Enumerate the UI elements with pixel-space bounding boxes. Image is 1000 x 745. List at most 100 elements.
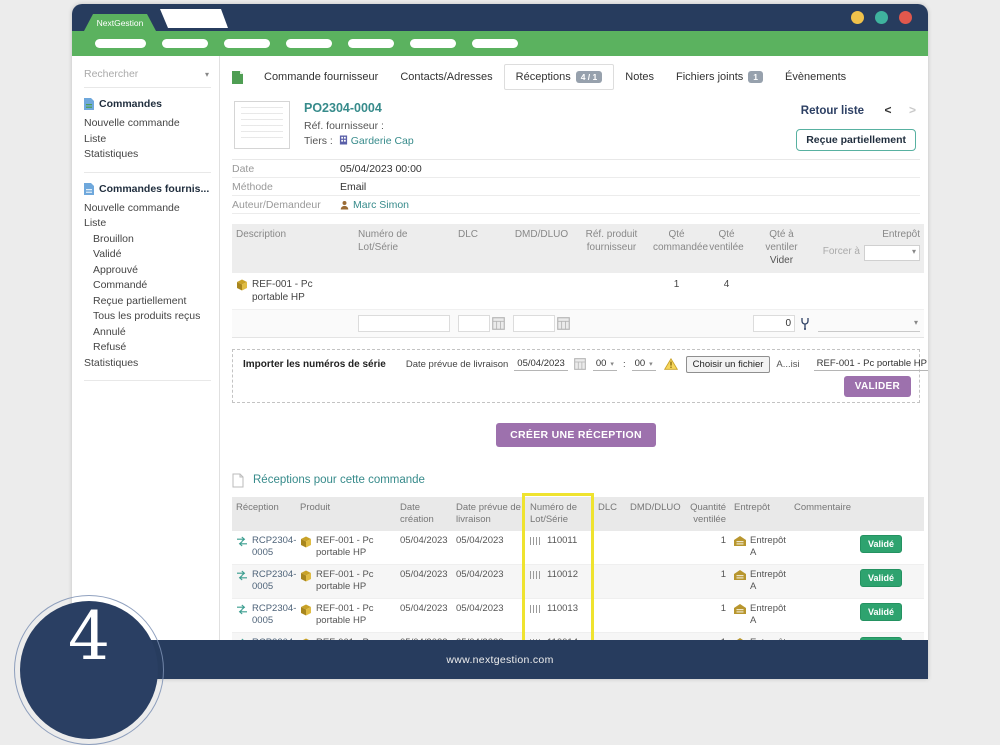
- vider-link[interactable]: Vider: [753, 255, 810, 268]
- menu-item-redacted[interactable]: [472, 39, 518, 48]
- left-sidebar: Rechercher ▾ Commandes Nouvelle commande…: [72, 56, 220, 640]
- lot-serie-input[interactable]: [358, 315, 450, 332]
- calendar-icon[interactable]: [492, 317, 505, 330]
- previous-record-icon[interactable]: <: [885, 103, 892, 117]
- warning-icon: [664, 358, 678, 370]
- retour-liste-link[interactable]: Retour liste: [801, 105, 864, 117]
- tab-receptions[interactable]: Réceptions 4 / 1: [504, 64, 615, 90]
- calendar-icon[interactable]: [574, 358, 587, 370]
- creer-reception-button[interactable]: CRÉER UNE RÉCEPTION: [496, 423, 656, 447]
- browser-titlebar: NextGestion: [72, 4, 928, 31]
- hour-select[interactable]: 00▾: [593, 357, 617, 371]
- tiers-link[interactable]: Garderie Cap: [351, 135, 414, 147]
- warehouse-icon: [734, 570, 746, 580]
- reception-link[interactable]: RCP2304-0005: [252, 569, 296, 594]
- warehouse-link[interactable]: Entrepôt A: [750, 535, 786, 560]
- col-qte-ventilee: Qté ventilée: [704, 224, 749, 273]
- product-link[interactable]: REF-001 - Pc portable HP: [316, 535, 392, 560]
- valider-button[interactable]: VALIDER: [844, 376, 911, 397]
- sidebar-item-liste-f[interactable]: Liste: [84, 216, 211, 232]
- author-link[interactable]: Marc Simon: [353, 199, 409, 211]
- split-dispatch-icon[interactable]: [800, 317, 810, 330]
- product-link[interactable]: REF-001 - Pc portable HP: [316, 569, 392, 594]
- close-dot-icon[interactable]: [899, 11, 912, 24]
- qte-ventilee-value: 4: [704, 273, 749, 310]
- menu-item-redacted[interactable]: [410, 39, 456, 48]
- qty-dispatch-input[interactable]: 0: [753, 315, 795, 332]
- product-link[interactable]: REF-001 - Pc portable HP: [316, 603, 392, 628]
- date-prevue-cell: 05/04/2023: [452, 564, 526, 598]
- date-creation-cell: 05/04/2023: [396, 531, 452, 565]
- col-qte-a-ventiler: Qté à ventiler Vider: [749, 224, 814, 273]
- po-header: PO2304-0004 Réf. fournisseur : Tiers : G…: [232, 92, 920, 159]
- detail-value-date: 05/04/2023 00:00: [340, 163, 422, 175]
- app-footer: www.nextgestion.com: [72, 640, 928, 679]
- tab-notes[interactable]: Notes: [614, 65, 665, 89]
- sidebar-item-annule[interactable]: Annulé: [84, 325, 211, 341]
- next-record-icon[interactable]: >: [909, 103, 916, 117]
- date-prevue-input[interactable]: 05/04/2023: [514, 357, 568, 371]
- sidebar-divider: [84, 172, 211, 173]
- sidebar-item-statistiques[interactable]: Statistiques: [84, 147, 211, 163]
- sidebar-section-commandes-fournisseurs[interactable]: Commandes fournis...: [84, 183, 211, 195]
- detail-label: Date: [232, 163, 340, 175]
- date-creation-cell: 05/04/2023: [396, 564, 452, 598]
- menu-item-redacted[interactable]: [286, 39, 332, 48]
- reception-link[interactable]: RCP2304-0005: [252, 603, 296, 628]
- package-icon: [300, 570, 312, 582]
- sidebar-item-liste[interactable]: Liste: [84, 132, 211, 148]
- qte-commandee-value: 1: [649, 273, 704, 310]
- table-row: RCP2304-0005 REF-001 - Pc portable HP 05…: [232, 632, 924, 640]
- sidebar-item-valide[interactable]: Validé: [84, 247, 211, 263]
- sidebar-item-brouillon[interactable]: Brouillon: [84, 232, 211, 248]
- warehouse-icon: [734, 604, 746, 614]
- col-quantite-ventilee: Quantité ventilée: [682, 497, 730, 531]
- product-row: REF-001 - Pc portable HP 1 4: [232, 273, 924, 310]
- menu-item-redacted[interactable]: [95, 39, 146, 48]
- choose-file-button[interactable]: Choisir un fichier: [686, 356, 771, 373]
- tab-contacts-adresses[interactable]: Contacts/Adresses: [389, 65, 503, 89]
- products-dispatch-table: Description Numéro de Lot/Série DLC DMD/…: [232, 224, 924, 338]
- qty-cell: 1: [682, 598, 730, 632]
- sidebar-section-commandes[interactable]: Commandes: [84, 98, 211, 110]
- document-thumbnail[interactable]: [234, 101, 290, 149]
- tab-commande-fournisseur[interactable]: Commande fournisseur: [253, 65, 389, 89]
- calendar-icon[interactable]: [557, 317, 570, 330]
- col-numero-lot: Numéro de Lot/Série: [526, 497, 594, 531]
- sidebar-item-refuse[interactable]: Refusé: [84, 340, 211, 356]
- sidebar-item-tous-produits-recus[interactable]: Tous les produits reçus: [84, 309, 211, 325]
- sidebar-item-nouvelle-commande[interactable]: Nouvelle commande: [84, 116, 211, 132]
- product-link[interactable]: REF-001 - Pc portable HP: [252, 278, 350, 304]
- minute-select[interactable]: 00▾: [632, 357, 656, 371]
- maximize-dot-icon[interactable]: [875, 11, 888, 24]
- tab-fichiers-joints[interactable]: Fichiers joints 1: [665, 65, 774, 89]
- product-select[interactable]: REF-001 - Pc portable HP▾: [814, 357, 928, 371]
- sidebar-item-statistiques-f[interactable]: Statistiques: [84, 356, 211, 372]
- dlc-input[interactable]: [458, 315, 490, 332]
- warehouse-link[interactable]: Entrepôt A: [750, 603, 786, 628]
- tiers-line: Tiers : Garderie Cap: [304, 134, 414, 149]
- reception-link[interactable]: RCP2304-0005: [252, 535, 296, 560]
- date-prevue-label: Date prévue de livraison: [406, 359, 508, 370]
- minimize-dot-icon[interactable]: [851, 11, 864, 24]
- step-number-overlay: 4: [20, 601, 158, 739]
- warehouse-select[interactable]: ▾: [818, 315, 920, 332]
- forcer-a-label: Forcer à: [823, 246, 860, 259]
- menu-item-redacted[interactable]: [162, 39, 208, 48]
- menu-item-redacted[interactable]: [348, 39, 394, 48]
- main-menu-bar: [72, 31, 928, 56]
- sidebar-item-nouvelle-commande-f[interactable]: Nouvelle commande: [84, 201, 211, 217]
- sidebar-item-recue-partiellement[interactable]: Reçue partiellement: [84, 294, 211, 310]
- status-badge: Validé: [860, 603, 902, 622]
- user-icon: [340, 200, 349, 210]
- warehouse-link[interactable]: Entrepôt A: [750, 569, 786, 594]
- forcer-a-select[interactable]: ▾: [864, 245, 920, 261]
- sidebar-item-commande[interactable]: Commandé: [84, 278, 211, 294]
- dmd-dluo-input[interactable]: [513, 315, 555, 332]
- tab-evenements[interactable]: Évènements: [774, 65, 857, 89]
- order-document-icon: [232, 71, 243, 84]
- dmd-cell: [626, 598, 682, 632]
- menu-item-redacted[interactable]: [224, 39, 270, 48]
- search-select[interactable]: Rechercher ▾: [84, 66, 211, 88]
- sidebar-item-approuve[interactable]: Approuvé: [84, 263, 211, 279]
